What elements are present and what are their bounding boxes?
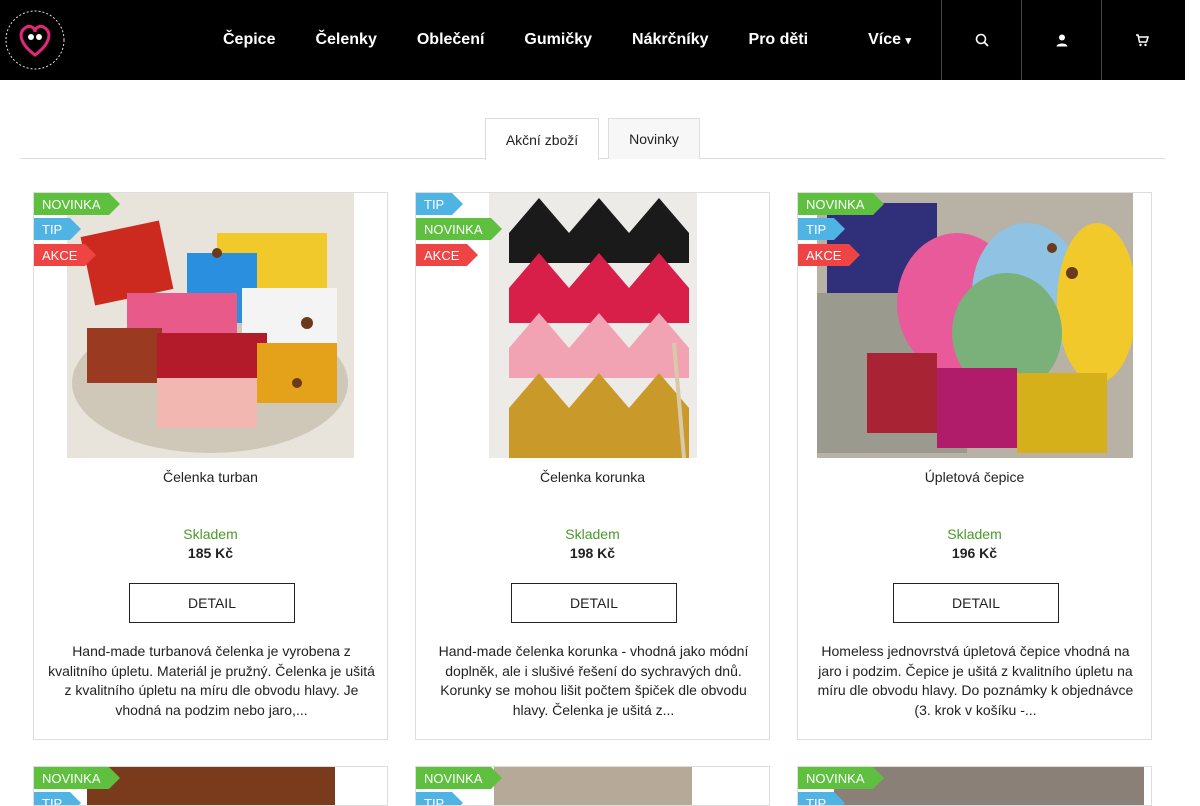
flag-novinka: NOVINKA <box>416 767 501 789</box>
flag-tip: TIP <box>798 218 846 240</box>
flag-novinka: NOVINKA <box>34 193 119 215</box>
flag-tip: TIP <box>34 792 82 805</box>
user-icon <box>1056 34 1067 47</box>
chevron-down-icon: ▾ <box>905 35 911 47</box>
detail-button[interactable]: DETAIL <box>893 583 1059 623</box>
tab-novinky-label: Novinky <box>629 131 679 147</box>
product-description: Hand-made turbanová čelenka je vyrobena … <box>48 643 375 718</box>
product-price: 185 Kč <box>187 545 234 561</box>
flag-akce: AKCE <box>34 244 97 266</box>
nav-item-celenky[interactable]: Čelenky <box>315 31 376 49</box>
nav-item-cepice[interactable]: Čepice <box>223 31 275 49</box>
product-title[interactable]: Čelenka turban <box>34 469 387 485</box>
product-title[interactable]: Úpletová čepice <box>798 469 1151 485</box>
main-nav: Čepice Čelenky Oblečení Gumičky Nákrčník… <box>223 0 951 80</box>
stock-status: Skladem <box>565 526 620 542</box>
product-image[interactable] <box>67 193 354 458</box>
flag-novinka: NOVINKA <box>798 193 883 215</box>
tab-akcni-zbozi[interactable]: Akční zboží <box>485 118 599 160</box>
search-icon <box>975 33 989 47</box>
cart-icon <box>1135 34 1149 47</box>
product-price: 198 Kč <box>569 545 616 561</box>
product-title[interactable]: Čelenka korunka <box>416 469 769 485</box>
nav-item-nakrcniky[interactable]: Nákrčníky <box>632 31 709 49</box>
product-card[interactable]: NOVINKA TIP <box>415 766 770 806</box>
product-image[interactable] <box>817 193 1133 458</box>
product-price: 196 Kč <box>951 545 998 561</box>
header: Čepice Čelenky Oblečení Gumičky Nákrčník… <box>0 0 1185 80</box>
product-image[interactable] <box>87 767 335 805</box>
account-button[interactable] <box>1021 0 1101 80</box>
product-card[interactable]: NOVINKA TIP AKCE Úpletová čepice Skladem… <box>797 192 1152 740</box>
product-tabs: Akční zboží Novinky <box>20 118 1165 160</box>
flag-akce: AKCE <box>416 244 479 266</box>
flag-tip: TIP <box>416 193 464 215</box>
tab-novinky[interactable]: Novinky <box>608 118 700 159</box>
product-card[interactable]: NOVINKA TIP <box>33 766 388 806</box>
flag-novinka: NOVINKA <box>416 218 501 240</box>
nav-item-gumicky[interactable]: Gumičky <box>524 31 592 49</box>
nav-item-pro-deti[interactable]: Pro děti <box>749 31 809 49</box>
scrollbar[interactable] <box>1185 0 1200 800</box>
flag-novinka: NOVINKA <box>798 767 883 789</box>
product-description: Homeless jednovrstvá úpletová čepice vho… <box>817 643 1134 718</box>
flag-tip: TIP <box>416 792 464 805</box>
site-logo[interactable] <box>4 9 66 71</box>
tab-akcni-zbozi-label: Akční zboží <box>505 131 579 148</box>
flag-tip: TIP <box>34 218 82 240</box>
header-icons <box>941 0 1181 80</box>
product-image[interactable] <box>494 767 692 805</box>
flag-novinka: NOVINKA <box>34 767 119 789</box>
nav-item-obleceni[interactable]: Oblečení <box>417 31 485 49</box>
nav-more[interactable]: Více ▾ <box>868 31 911 49</box>
product-description: Hand-made čelenka korunka - vhodná jako … <box>438 643 749 718</box>
flag-tip: TIP <box>798 792 846 805</box>
product-card[interactable]: TIP NOVINKA AKCE Čelenka korunka Skladem… <box>415 192 770 740</box>
product-card[interactable]: NOVINKA TIP <box>797 766 1152 806</box>
flag-akce: AKCE <box>798 244 861 266</box>
stock-status: Skladem <box>183 526 238 542</box>
product-image[interactable] <box>489 193 697 458</box>
detail-button[interactable]: DETAIL <box>511 583 677 623</box>
nav-more-label: Více <box>868 31 901 48</box>
cart-button[interactable] <box>1101 0 1181 80</box>
product-card[interactable]: NOVINKA TIP AKCE Čelenka turban Skladem … <box>33 192 388 740</box>
detail-button[interactable]: DETAIL <box>129 583 295 623</box>
stock-status: Skladem <box>947 526 1002 542</box>
search-button[interactable] <box>941 0 1021 80</box>
